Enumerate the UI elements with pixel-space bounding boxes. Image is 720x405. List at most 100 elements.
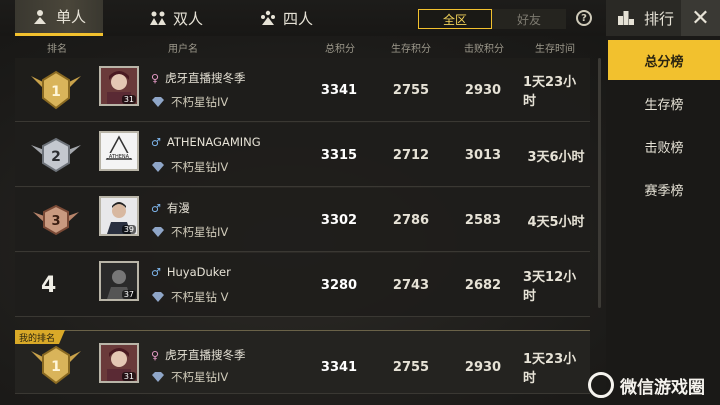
col-username: 用户名: [168, 44, 198, 55]
menu-total-score[interactable]: 总分榜: [608, 40, 720, 80]
kill-score: 3013: [464, 147, 502, 163]
bronze-rank-badge: 3: [33, 204, 79, 236]
tier-diamond-icon: [152, 372, 164, 382]
kill-score: 2583: [464, 212, 502, 228]
tab-duo-label: 双人: [172, 9, 203, 28]
female-icon: ♀: [151, 348, 160, 362]
tab-duo[interactable]: 双人: [132, 0, 220, 36]
close-button[interactable]: ✕: [681, 0, 720, 36]
total-score: 3280: [320, 277, 358, 293]
player-name: ♂ ATHENAGAMING: [151, 135, 261, 149]
rank-number: 1: [51, 84, 61, 100]
question-icon[interactable]: ?: [576, 10, 592, 26]
male-icon: ♂: [151, 201, 161, 215]
player-tier: 不朽星钻 V: [151, 289, 229, 305]
male-icon: ♂: [151, 135, 161, 149]
player-tier: 不朽星钻IV: [151, 94, 228, 110]
my-rank-row[interactable]: 1 31 ♀ 虎牙直播搜冬季 不朽星钻IV 3341 2755 2930 1天2…: [15, 330, 590, 394]
kill-score: 2930: [464, 82, 502, 98]
col-total: 总积分: [325, 44, 355, 55]
player-name: ♂ 有漫: [151, 200, 190, 216]
total-score: 3302: [320, 212, 358, 228]
my-rank-tag: 我的排名: [15, 330, 66, 344]
avatar: 39: [99, 196, 139, 236]
survival-time: 1天23小时: [523, 75, 577, 109]
tier-diamond-icon: [152, 162, 164, 172]
survival-time: 3天12小时: [523, 270, 577, 304]
col-kills: 击败积分: [464, 44, 504, 55]
tab-squad-label: 四人: [282, 9, 313, 28]
scope-friends-button[interactable]: 好友: [492, 9, 566, 29]
avatar-level: 37: [121, 290, 136, 299]
watermark-text: 微信游戏圈: [620, 377, 705, 398]
duo-player-icon: [149, 10, 166, 26]
survival-time: 3天6小时: [527, 149, 585, 165]
total-score: 3315: [320, 147, 358, 163]
male-icon: ♂: [151, 265, 161, 279]
player-name-text: 虎牙直播搜冬季: [165, 71, 246, 85]
player-name: ♀ 虎牙直播搜冬季: [151, 347, 246, 363]
list-scrollbar[interactable]: [598, 58, 601, 308]
female-icon: ♀: [151, 71, 160, 85]
table-row[interactable]: 2 ATHENA ♂ ATHENAGAMING 不朽星钻IV 3315 2712…: [15, 123, 590, 187]
player-tier-text: 不朽星钻 V: [171, 290, 229, 304]
player-name: ♀ 虎牙直播搜冬季: [151, 70, 246, 86]
total-score: 3341: [320, 359, 358, 375]
survival-score: 2786: [392, 212, 430, 228]
wechat-game-logo-icon: [588, 372, 614, 398]
squad-player-icon: [259, 10, 275, 26]
player-tier-text: 不朽星钻IV: [171, 225, 229, 239]
podium-icon: [618, 11, 634, 25]
watermark: 微信游戏圈: [588, 372, 705, 398]
survival-score: 2755: [392, 82, 430, 98]
gold-rank-badge: 1: [31, 345, 81, 385]
tab-solo-label: 单人: [55, 8, 86, 26]
total-score: 3341: [320, 82, 358, 98]
player-tier-text: 不朽星钻IV: [171, 95, 229, 109]
player-tier-text: 不朽星钻IV: [171, 160, 229, 174]
svg-text:ATHENA: ATHENA: [109, 154, 130, 160]
survival-time: 4天5小时: [527, 214, 585, 230]
close-icon: ✕: [691, 5, 710, 31]
table-row[interactable]: 4 37 ♂ HuyaDuker 不朽星钻 V 3280 2743 2682 3…: [15, 253, 590, 317]
tab-squad[interactable]: 四人: [242, 0, 330, 36]
rank-number: 3: [51, 214, 60, 229]
kill-score: 2682: [464, 277, 502, 293]
leaderboard-title: 排行: [644, 9, 675, 28]
rank-number: 4: [41, 272, 57, 298]
kill-score: 2930: [464, 359, 502, 375]
gold-rank-badge: 1: [31, 70, 81, 110]
solo-player-icon: [32, 9, 48, 25]
avatar-level: 31: [121, 372, 136, 381]
player-name-text: HuyaDuker: [166, 265, 231, 279]
player-name-text: 有漫: [166, 201, 190, 215]
tier-diamond-icon: [152, 292, 164, 302]
silver-rank-badge: 2: [31, 137, 81, 173]
player-tier: 不朽星钻IV: [151, 224, 228, 240]
survival-score: 2743: [392, 277, 430, 293]
avatar-level: 31: [121, 95, 136, 104]
rank-number: 1: [51, 359, 61, 375]
menu-survival[interactable]: 生存榜: [608, 83, 720, 123]
player-tier: 不朽星钻IV: [151, 369, 228, 385]
survival-score: 2755: [392, 359, 430, 375]
menu-kills[interactable]: 击败榜: [608, 126, 720, 166]
player-name-text: ATHENAGAMING: [166, 135, 261, 149]
table-row[interactable]: 3 39 ♂ 有漫 不朽星钻IV 3302 2786 2583 4天5小时: [15, 188, 590, 252]
avatar: 37: [99, 261, 139, 301]
col-survival: 生存积分: [391, 44, 431, 55]
player-name-text: 虎牙直播搜冬季: [165, 348, 246, 362]
tab-solo[interactable]: 单人: [15, 0, 103, 36]
player-tier-text: 不朽星钻IV: [171, 370, 229, 384]
tier-diamond-icon: [152, 227, 164, 237]
menu-season[interactable]: 赛季榜: [608, 169, 720, 209]
col-time: 生存时间: [535, 44, 575, 55]
scope-all-button[interactable]: 全区: [418, 9, 492, 29]
player-tier: 不朽星钻IV: [151, 159, 228, 175]
survival-time: 1天23小时: [523, 352, 577, 386]
avatar: 31: [99, 343, 139, 383]
col-rank: 排名: [47, 44, 67, 55]
avatar-level: 39: [121, 225, 136, 234]
table-row[interactable]: 1 31 ♀ 虎牙直播搜冬季 不朽星钻IV 3341 2755 2930 1天2…: [15, 58, 590, 122]
player-name: ♂ HuyaDuker: [151, 265, 231, 279]
